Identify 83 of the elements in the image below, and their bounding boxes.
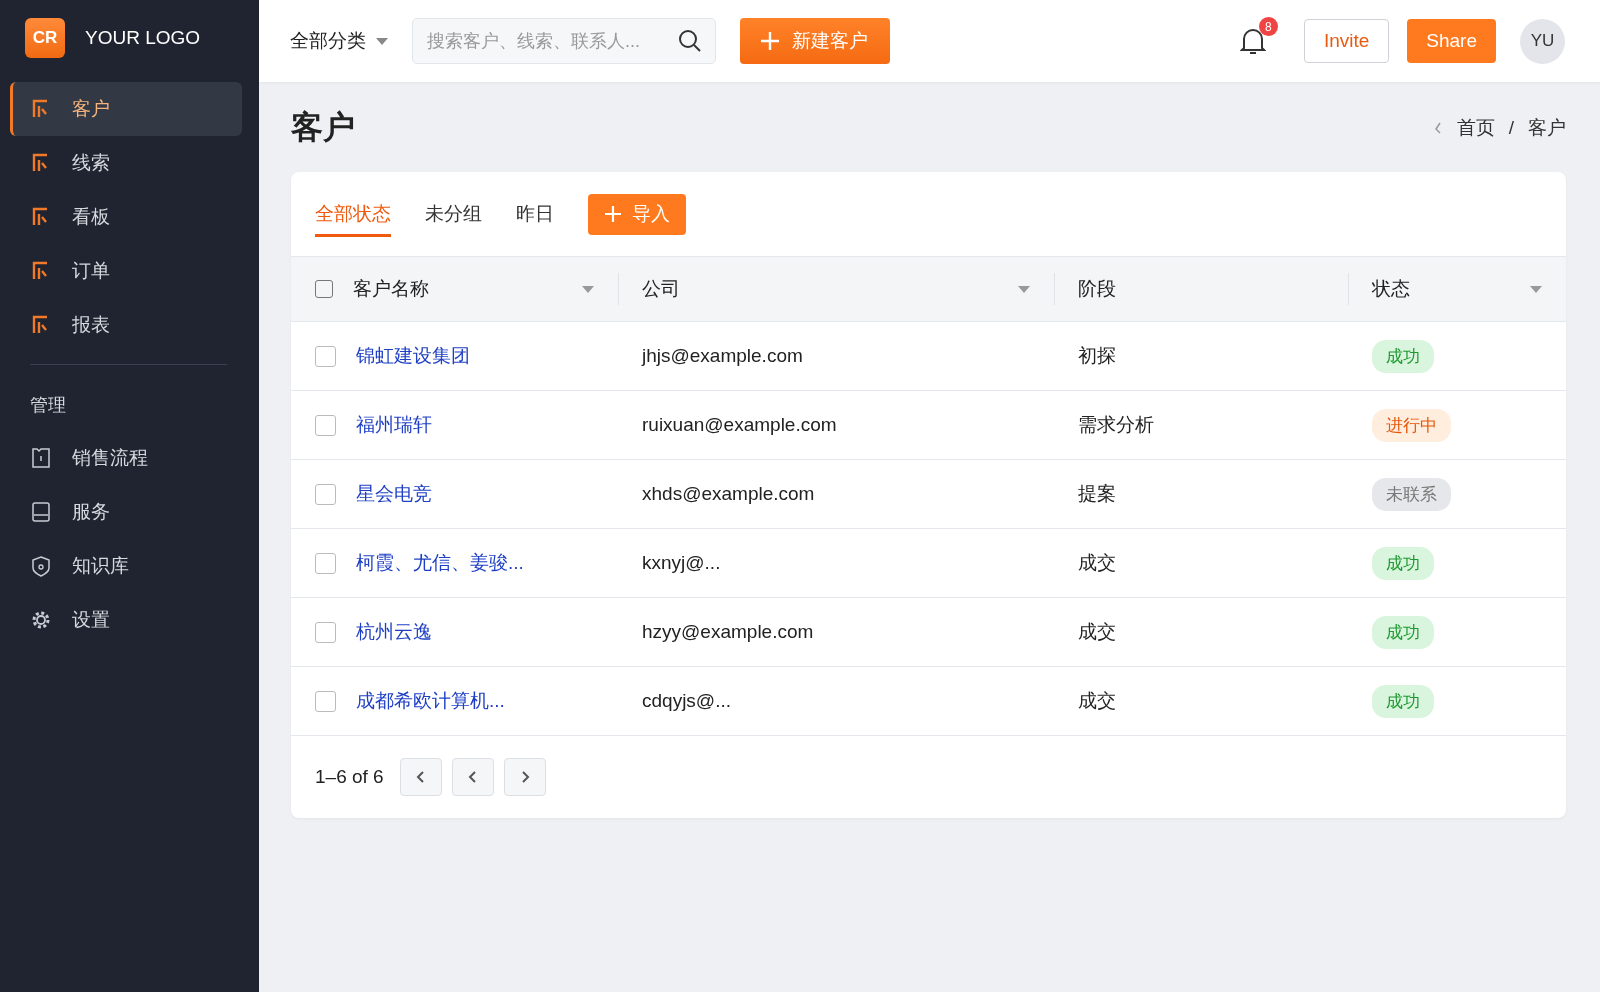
stage-cell-text: 提案 <box>1078 482 1116 506</box>
shield-icon <box>30 555 52 577</box>
caret-icon <box>376 37 388 45</box>
sidebar-item[interactable]: 销售流程 <box>10 431 242 485</box>
status-badge: 进行中 <box>1372 408 1451 442</box>
stage-cell-text: 成交 <box>1078 551 1116 575</box>
plus-icon <box>604 205 622 223</box>
tab[interactable]: 昨日 <box>516 191 554 237</box>
chevron-left-icon <box>415 770 426 784</box>
breadcrumb-link[interactable]: 客户 <box>1528 115 1566 141</box>
tray-icon <box>30 501 52 523</box>
bracket-icon <box>32 153 50 173</box>
email-cell: cdqyjs@... <box>642 690 731 712</box>
sidebar-item[interactable]: 看板 <box>10 190 242 244</box>
stage-cell-text: 成交 <box>1078 689 1116 713</box>
status-badge: 未联系 <box>1372 477 1451 511</box>
sidebar-item[interactable]: 知识库 <box>10 539 242 593</box>
sidebar-item[interactable]: 订单 <box>10 244 242 298</box>
checkbox[interactable] <box>315 280 333 298</box>
email-cell: hzyy@example.com <box>642 621 814 643</box>
checkbox[interactable] <box>315 552 336 574</box>
plus-icon <box>760 31 780 51</box>
page-title: 客户 <box>291 108 355 147</box>
bracket-icon <box>32 99 50 119</box>
logo-mark: CR <box>25 18 65 58</box>
checkbox[interactable] <box>315 414 336 436</box>
bracket-icon <box>32 315 50 335</box>
email-cell: kxnyj@... <box>642 552 721 574</box>
checkbox[interactable] <box>315 345 336 367</box>
email-cell: xhds@example.com <box>642 483 815 505</box>
settings-icon <box>30 609 52 631</box>
stage-cell-text: 需求分析 <box>1078 413 1154 437</box>
column-header[interactable]: 公司 <box>642 276 998 302</box>
customer-link[interactable]: 锦虹建设集团 <box>356 343 470 369</box>
tab[interactable]: 未分组 <box>425 191 482 237</box>
category-dropdown[interactable]: 全部分类 <box>290 28 388 54</box>
customer-link[interactable]: 福州瑞轩 <box>356 412 432 438</box>
checkbox[interactable] <box>315 690 336 712</box>
column-header[interactable]: 客户名称 <box>353 276 562 302</box>
document-icon <box>30 447 52 469</box>
search-field[interactable]: 搜索客户、线索、联系人... <box>412 18 716 64</box>
caret-icon[interactable] <box>1018 285 1030 293</box>
bracket-icon <box>32 261 50 281</box>
checkbox[interactable] <box>315 621 336 643</box>
sidebar-item[interactable]: 客户 <box>10 82 242 136</box>
notification-count: 8 <box>1258 17 1278 36</box>
first-page-button[interactable] <box>399 758 442 796</box>
search-icon <box>678 29 702 53</box>
checkbox[interactable] <box>315 483 336 505</box>
email-cell: ruixuan@example.com <box>642 414 837 436</box>
user-avatar[interactable]: YU <box>1520 18 1565 64</box>
previous-page-button[interactable] <box>451 758 494 796</box>
customer-link[interactable]: 柯霞、尤信、姜骏... <box>356 550 524 576</box>
invite-button[interactable]: Invite <box>1303 19 1390 63</box>
sidebar-item[interactable]: 线索 <box>10 136 242 190</box>
caret-icon[interactable] <box>1530 285 1542 293</box>
chevron-right-icon <box>519 770 530 784</box>
customer-link[interactable]: 成都希欧计算机... <box>356 688 505 714</box>
column-header[interactable]: 阶段 <box>1078 276 1324 302</box>
customer-link[interactable]: 杭州云逸 <box>356 619 432 645</box>
sidebar-item[interactable]: 服务 <box>10 485 242 539</box>
status-badge: 成功 <box>1372 546 1434 580</box>
breadcrumb-separator: / <box>1508 117 1514 139</box>
status-badge: 成功 <box>1372 615 1434 649</box>
chevron-icon <box>1432 121 1443 135</box>
logo-text: YOUR LOGO <box>85 27 201 49</box>
sidebar-item[interactable]: 设置 <box>10 593 242 647</box>
bracket-icon <box>32 207 50 227</box>
column-header[interactable]: 状态 <box>1372 276 1510 302</box>
breadcrumb-link[interactable]: 首页 <box>1456 115 1495 141</box>
email-cell: jhjs@example.com <box>642 345 803 367</box>
stage-cell-text: 成交 <box>1078 620 1116 644</box>
chevron-left-icon <box>467 770 478 784</box>
section-title: 管理 <box>29 394 67 417</box>
status-badge: 成功 <box>1372 339 1434 373</box>
stage-cell-text: 初探 <box>1078 344 1116 368</box>
next-page-button[interactable] <box>503 758 546 796</box>
sidebar-item[interactable]: 报表 <box>10 298 242 352</box>
customer-link[interactable]: 星会电竞 <box>356 481 432 507</box>
status-badge: 成功 <box>1372 684 1434 718</box>
page-range: 1–6 of 6 <box>315 766 384 788</box>
caret-icon[interactable] <box>582 285 594 293</box>
bell-icon[interactable] <box>1239 27 1266 55</box>
